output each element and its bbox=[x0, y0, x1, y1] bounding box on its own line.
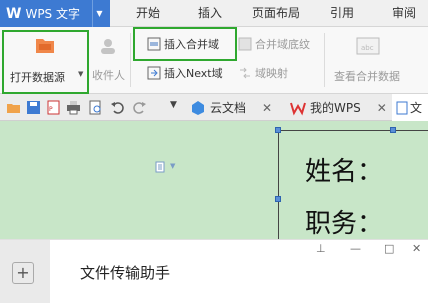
ribbon-separator bbox=[130, 33, 131, 87]
print-icon[interactable] bbox=[66, 100, 81, 115]
close-icon[interactable]: ✕ bbox=[262, 101, 272, 115]
next-field-icon bbox=[147, 66, 161, 80]
wps-app-menu-button[interactable]: W WPS 文字 ▼ bbox=[0, 0, 110, 27]
field-mapping-button[interactable]: 域映射 bbox=[238, 65, 288, 81]
svg-text:abc: abc bbox=[361, 44, 374, 52]
text-box[interactable]: 姓名： 职务： bbox=[278, 130, 428, 240]
name-label: 姓名： bbox=[305, 157, 384, 187]
pin-icon[interactable]: ⊥ bbox=[316, 242, 326, 255]
chevron-down-icon[interactable]: ▼ bbox=[170, 100, 177, 110]
highlight-box-open-data-source bbox=[2, 30, 89, 94]
merge-field-shading-label: 合并域底纹 bbox=[255, 38, 310, 51]
recipients-label: 收件人 bbox=[92, 69, 125, 82]
undo-icon[interactable] bbox=[110, 100, 125, 115]
wps-icon bbox=[290, 102, 306, 116]
tab-home[interactable]: 开始 bbox=[128, 0, 168, 27]
tab-label: 我的WPS bbox=[310, 101, 361, 115]
position-label: 职务： bbox=[305, 209, 384, 239]
document-icon bbox=[396, 101, 408, 114]
paragraph-mark-icon bbox=[155, 161, 165, 173]
add-button[interactable]: + bbox=[12, 262, 34, 284]
recipients-icon bbox=[101, 39, 115, 54]
tab-references[interactable]: 引用 bbox=[322, 0, 362, 27]
quick-access-toolbar: P ▼ 云文档 ✕ 我的WPS ✕ 文 bbox=[0, 94, 428, 121]
mapping-icon bbox=[240, 67, 250, 79]
tab-insert[interactable]: 插入 bbox=[190, 0, 230, 27]
tab-my-wps[interactable]: 我的WPS ✕ bbox=[290, 94, 387, 121]
open-folder-icon[interactable] bbox=[6, 100, 21, 115]
close-icon[interactable]: ✕ bbox=[377, 101, 387, 115]
maximize-icon[interactable]: □ bbox=[384, 242, 394, 255]
resize-handle[interactable] bbox=[275, 196, 281, 202]
minimize-icon[interactable]: — bbox=[350, 242, 361, 255]
app-title: WPS 文字 bbox=[25, 7, 80, 21]
window-sidebar: + bbox=[0, 240, 50, 303]
redo-icon[interactable] bbox=[132, 100, 147, 115]
chevron-down-icon[interactable]: ▼ bbox=[92, 0, 106, 27]
resize-handle[interactable] bbox=[275, 127, 281, 133]
recipients-button[interactable]: 收件人 bbox=[92, 31, 128, 91]
ribbon: 打开数据源 ▼ 收件人 插入合并域 合并域底纹 插入Next域 域映射 abc … bbox=[0, 27, 428, 94]
insert-next-field-button[interactable]: 插入Next域 bbox=[147, 65, 223, 81]
window-title: 文件传输助手 bbox=[80, 264, 171, 282]
view-data-icon: abc bbox=[356, 37, 380, 55]
print-preview-icon[interactable] bbox=[88, 100, 103, 115]
view-merged-data-label: 查看合并数据 bbox=[334, 70, 400, 83]
svg-text:P: P bbox=[49, 106, 53, 113]
tab-label: 云文档 bbox=[210, 101, 247, 115]
tab-page-layout[interactable]: 页面布局 bbox=[246, 0, 306, 27]
wps-logo: W bbox=[6, 5, 22, 22]
insert-next-field-label: 插入Next域 bbox=[164, 67, 223, 80]
field-mapping-label: 域映射 bbox=[255, 67, 288, 80]
resize-handle[interactable] bbox=[390, 127, 396, 133]
merge-field-shading-button[interactable]: 合并域底纹 bbox=[238, 36, 310, 52]
menu-bar: W WPS 文字 ▼ 开始 插入 页面布局 引用 审阅 bbox=[0, 0, 428, 27]
export-pdf-icon[interactable]: P bbox=[46, 100, 61, 115]
ribbon-separator bbox=[324, 33, 325, 87]
file-transfer-window: + 文件传输助手 ⊥ — □ ✕ bbox=[0, 239, 428, 303]
tab-label: 文 bbox=[410, 101, 423, 115]
tab-review[interactable]: 审阅 bbox=[384, 0, 424, 27]
shading-icon bbox=[238, 37, 252, 51]
tab-document[interactable]: 文 bbox=[392, 94, 428, 121]
cloud-docs-icon bbox=[192, 100, 204, 115]
save-icon[interactable] bbox=[26, 100, 41, 115]
view-merged-data-button[interactable]: abc 查看合并数据 bbox=[330, 31, 410, 91]
tab-cloud-docs[interactable]: 云文档 ✕ bbox=[190, 94, 272, 121]
highlight-box-insert-merge-field bbox=[133, 27, 237, 61]
close-icon[interactable]: ✕ bbox=[412, 242, 421, 255]
chevron-down-icon: ▼ bbox=[170, 162, 176, 170]
